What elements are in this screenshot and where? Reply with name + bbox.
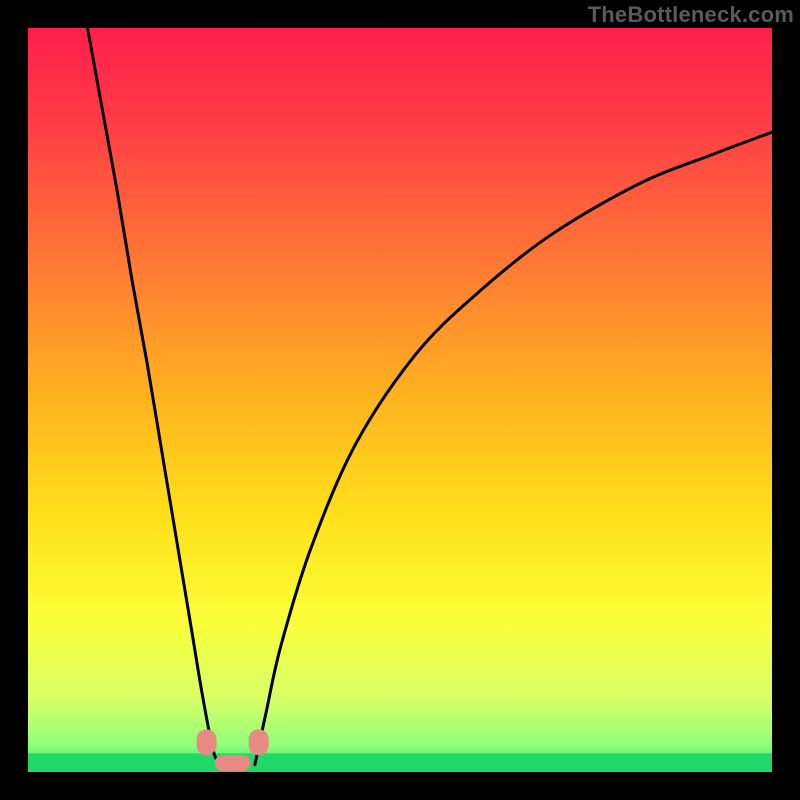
gradient-bg (28, 28, 772, 772)
watermark: TheBottleneck.com (0, 0, 800, 28)
marker-min-mid (215, 755, 251, 771)
marker-min-left (197, 729, 217, 755)
marker-min-right (249, 729, 269, 755)
chart-frame: TheBottleneck.com (0, 0, 800, 800)
plot-area (28, 28, 772, 772)
floor-band (28, 753, 772, 772)
chart-svg (28, 28, 772, 772)
